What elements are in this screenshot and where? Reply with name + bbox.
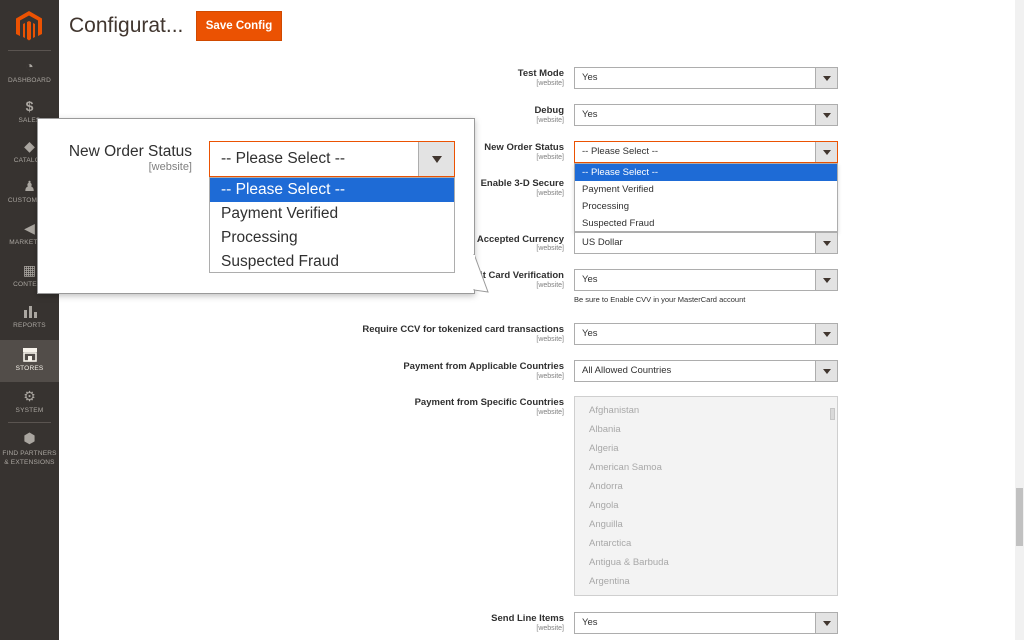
country-option[interactable]: Algeria [575, 439, 837, 458]
new-order-status-select[interactable]: -- Please Select -- [574, 141, 838, 163]
multiselect-scrollbar[interactable] [829, 403, 836, 591]
chevron-down-icon [815, 233, 837, 253]
require-ccv-label: Require CCV for tokenized card transacti… [362, 324, 564, 335]
applicable-countries-select[interactable]: All Allowed Countries [574, 360, 838, 382]
bar-chart-icon [23, 306, 37, 318]
dropdown-option[interactable]: -- Please Select -- [210, 178, 454, 202]
dashboard-icon: ◔ [25, 58, 34, 74]
accepted-currency-label: Accepted Currency [476, 234, 564, 245]
scope-label: [website] [536, 409, 564, 416]
country-option[interactable]: Antigua & Barbuda [575, 553, 837, 572]
enable-3ds-label: Enable 3-D Secure [480, 178, 564, 189]
sidebar-divider [8, 422, 51, 423]
select-value: -- Please Select -- [221, 150, 346, 167]
chevron-down-icon [418, 142, 454, 176]
country-option[interactable]: Anguilla [575, 515, 837, 534]
select-value: Yes [582, 274, 598, 285]
select-value: -- Please Select -- [582, 146, 659, 157]
box-icon: ⬢ [23, 430, 36, 446]
debug-label: Debug [534, 105, 564, 116]
select-value: Yes [582, 72, 598, 83]
dropdown-option[interactable]: Processing [210, 226, 454, 250]
sidebar-item-dashboard[interactable]: ◔ DASHBOARD [0, 58, 59, 100]
scope-label: [website] [536, 336, 564, 343]
scope-label: [website] [536, 190, 564, 197]
specific-countries-multiselect[interactable]: Afghanistan Albania Algeria American Sam… [574, 396, 838, 596]
dropdown-option[interactable]: Processing [575, 198, 837, 215]
select-value: US Dollar [582, 237, 623, 248]
dropdown-option[interactable]: -- Please Select -- [575, 164, 837, 181]
test-mode-label: Test Mode [517, 68, 564, 79]
sidebar-item-partners[interactable]: ⬢ FIND PARTNERS & EXTENSIONS [0, 430, 59, 470]
select-value: Yes [582, 617, 598, 628]
chevron-down-icon [815, 270, 837, 290]
country-option[interactable]: Andorra [575, 477, 837, 496]
callout-pointer [473, 253, 489, 293]
scope-label: [website] [536, 80, 564, 87]
select-value: Yes [582, 109, 598, 120]
test-mode-select[interactable]: Yes [574, 67, 838, 89]
page-title: Configurat... [69, 14, 184, 37]
accepted-currency-select[interactable]: US Dollar [574, 232, 838, 254]
scope-label: [website] [536, 282, 564, 289]
dropdown-option[interactable]: Suspected Fraud [575, 215, 837, 232]
debug-select[interactable]: Yes [574, 104, 838, 126]
callout-scope-label: [website] [148, 161, 192, 173]
multiselect-scroll-thumb[interactable] [830, 408, 835, 420]
scope-label: [website] [536, 625, 564, 632]
select-value: All Allowed Countries [582, 365, 672, 376]
chevron-down-icon [815, 324, 837, 344]
card-verification-note: Be sure to Enable CVV in your MasterCard… [574, 295, 746, 304]
country-option[interactable]: Afghanistan [575, 401, 837, 420]
country-option[interactable]: Albania [575, 420, 837, 439]
chevron-down-icon [815, 105, 837, 125]
person-icon: ♟ [23, 178, 36, 194]
dropdown-option[interactable]: Suspected Fraud [210, 250, 454, 274]
sidebar-item-reports[interactable]: REPORTS [0, 303, 59, 345]
sidebar-item-system[interactable]: ⚙ SYSTEM [0, 388, 59, 430]
chevron-down-icon [815, 68, 837, 88]
sidebar-divider [8, 50, 51, 51]
scope-label: [website] [536, 373, 564, 380]
dropdown-option[interactable]: Payment Verified [575, 181, 837, 198]
callout-new-order-status-label: New Order Status [68, 143, 192, 160]
new-order-status-dropdown: -- Please Select -- Payment Verified Pro… [574, 163, 838, 232]
save-config-button[interactable]: Save Config [196, 11, 282, 41]
require-ccv-select[interactable]: Yes [574, 323, 838, 345]
applicable-countries-label: Payment from Applicable Countries [403, 361, 564, 372]
send-line-items-select[interactable]: Yes [574, 612, 838, 634]
dropdown-option[interactable]: Payment Verified [210, 202, 454, 226]
page-scroll-thumb[interactable] [1016, 488, 1023, 546]
select-value: Yes [582, 328, 598, 339]
country-option[interactable]: Antarctica [575, 534, 837, 553]
chevron-down-icon [815, 142, 837, 162]
layout-icon: ▦ [22, 262, 37, 278]
gear-icon: ⚙ [23, 388, 36, 404]
scope-label: [website] [536, 117, 564, 124]
magento-logo-icon[interactable] [14, 10, 44, 42]
scope-label: [website] [536, 154, 564, 161]
country-option[interactable]: Angola [575, 496, 837, 515]
megaphone-icon: ◀ [24, 220, 35, 236]
new-order-status-label: New Order Status [484, 142, 564, 153]
send-line-items-label: Send Line Items [491, 613, 564, 624]
country-option[interactable]: Argentina [575, 572, 837, 591]
admin-sidebar: ◔ DASHBOARD $ SALES ◆ CATALOG ♟ CUSTOMER… [0, 0, 59, 640]
dollar-icon: $ [25, 98, 34, 114]
store-icon [22, 348, 37, 362]
chevron-down-icon [815, 361, 837, 381]
country-option[interactable]: American Samoa [575, 458, 837, 477]
callout-dropdown: -- Please Select -- Payment Verified Pro… [209, 177, 455, 273]
zoom-callout: New Order Status [website] -- Please Sel… [37, 118, 475, 294]
cube-icon: ◆ [24, 138, 35, 154]
card-verification-select[interactable]: Yes [574, 269, 838, 291]
sidebar-item-stores[interactable]: STORES [0, 340, 59, 382]
scope-label: [website] [536, 245, 564, 252]
specific-countries-label: Payment from Specific Countries [414, 397, 564, 408]
callout-new-order-status-select[interactable]: -- Please Select -- [209, 141, 455, 177]
chevron-down-icon [815, 613, 837, 633]
